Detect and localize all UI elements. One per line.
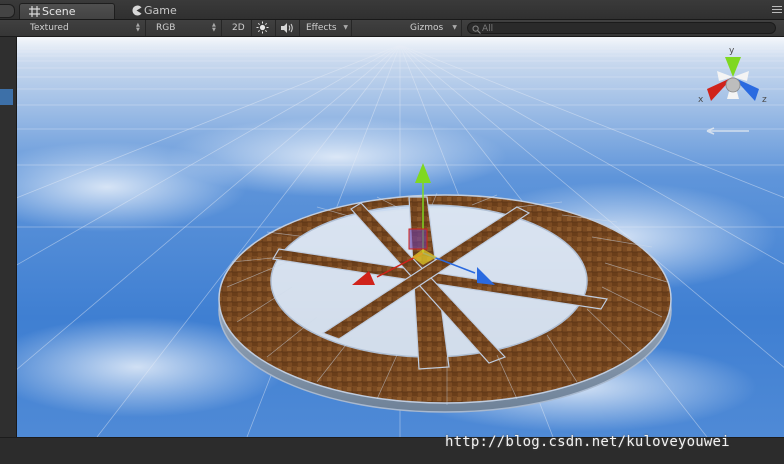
pacman-icon — [132, 5, 142, 16]
tab-game-label: Game — [144, 4, 177, 17]
watermark-text: http://blog.csdn.net/kuloveyouwei — [445, 434, 730, 450]
color-mode-dropdown[interactable]: RGB ▲ ▼ — [150, 20, 222, 36]
tab-context-menu-icon[interactable] — [772, 4, 782, 15]
gizmos-label: Gizmos — [410, 23, 444, 33]
toggle-2d-button[interactable]: 2D — [226, 20, 252, 36]
tab-scene[interactable]: Scene — [19, 3, 115, 19]
search-placeholder: All — [482, 24, 494, 34]
scene-toolbar: Textured ▲ ▼ RGB ▲ ▼ 2D Effects ▼ Gizmos ▼… — [0, 20, 784, 37]
effects-dropdown[interactable]: Effects ▼ — [300, 20, 352, 36]
gizmos-dropdown[interactable]: Gizmos ▼ — [404, 20, 462, 36]
left-panel-tab-stub[interactable] — [0, 4, 15, 18]
tab-game[interactable]: Game — [122, 3, 192, 19]
render-mode-dropdown[interactable]: Textured ▲ ▼ — [24, 20, 146, 36]
hierarchy-panel-edge — [0, 37, 17, 437]
color-mode-label: RGB — [156, 23, 176, 33]
speaker-icon — [281, 23, 293, 33]
gizmo-center-cube[interactable] — [725, 77, 741, 93]
render-mode-label: Textured — [30, 23, 69, 33]
selected-hierarchy-item[interactable] — [0, 89, 13, 105]
chevron-down-icon: ▼ — [343, 24, 348, 31]
sun-icon — [256, 21, 269, 34]
toggle-2d-label: 2D — [232, 23, 245, 33]
dropdown-arrows-icon: ▲ ▼ — [212, 22, 216, 33]
tab-scene-label: Scene — [42, 5, 76, 18]
scene-viewport[interactable]: y x z — [17, 37, 784, 437]
search-icon — [472, 25, 481, 34]
wheel-model[interactable] — [218, 192, 672, 413]
gizmo-x-label: x — [698, 95, 704, 105]
lighting-toggle-button[interactable] — [252, 20, 276, 36]
gizmo-z-label: z — [762, 95, 767, 105]
gizmo-y-label: y — [729, 46, 735, 56]
scene-search-input[interactable]: All — [467, 22, 776, 34]
effects-label: Effects — [306, 23, 337, 33]
audio-toggle-button[interactable] — [276, 20, 300, 36]
grid-icon — [29, 6, 40, 17]
chevron-down-icon: ▼ — [452, 24, 457, 31]
window-tab-strip: Scene Game — [0, 0, 784, 20]
scene-canvas[interactable]: y x z — [17, 37, 784, 437]
dropdown-arrows-icon: ▲ ▼ — [136, 22, 140, 33]
plane-handle[interactable] — [408, 228, 428, 250]
